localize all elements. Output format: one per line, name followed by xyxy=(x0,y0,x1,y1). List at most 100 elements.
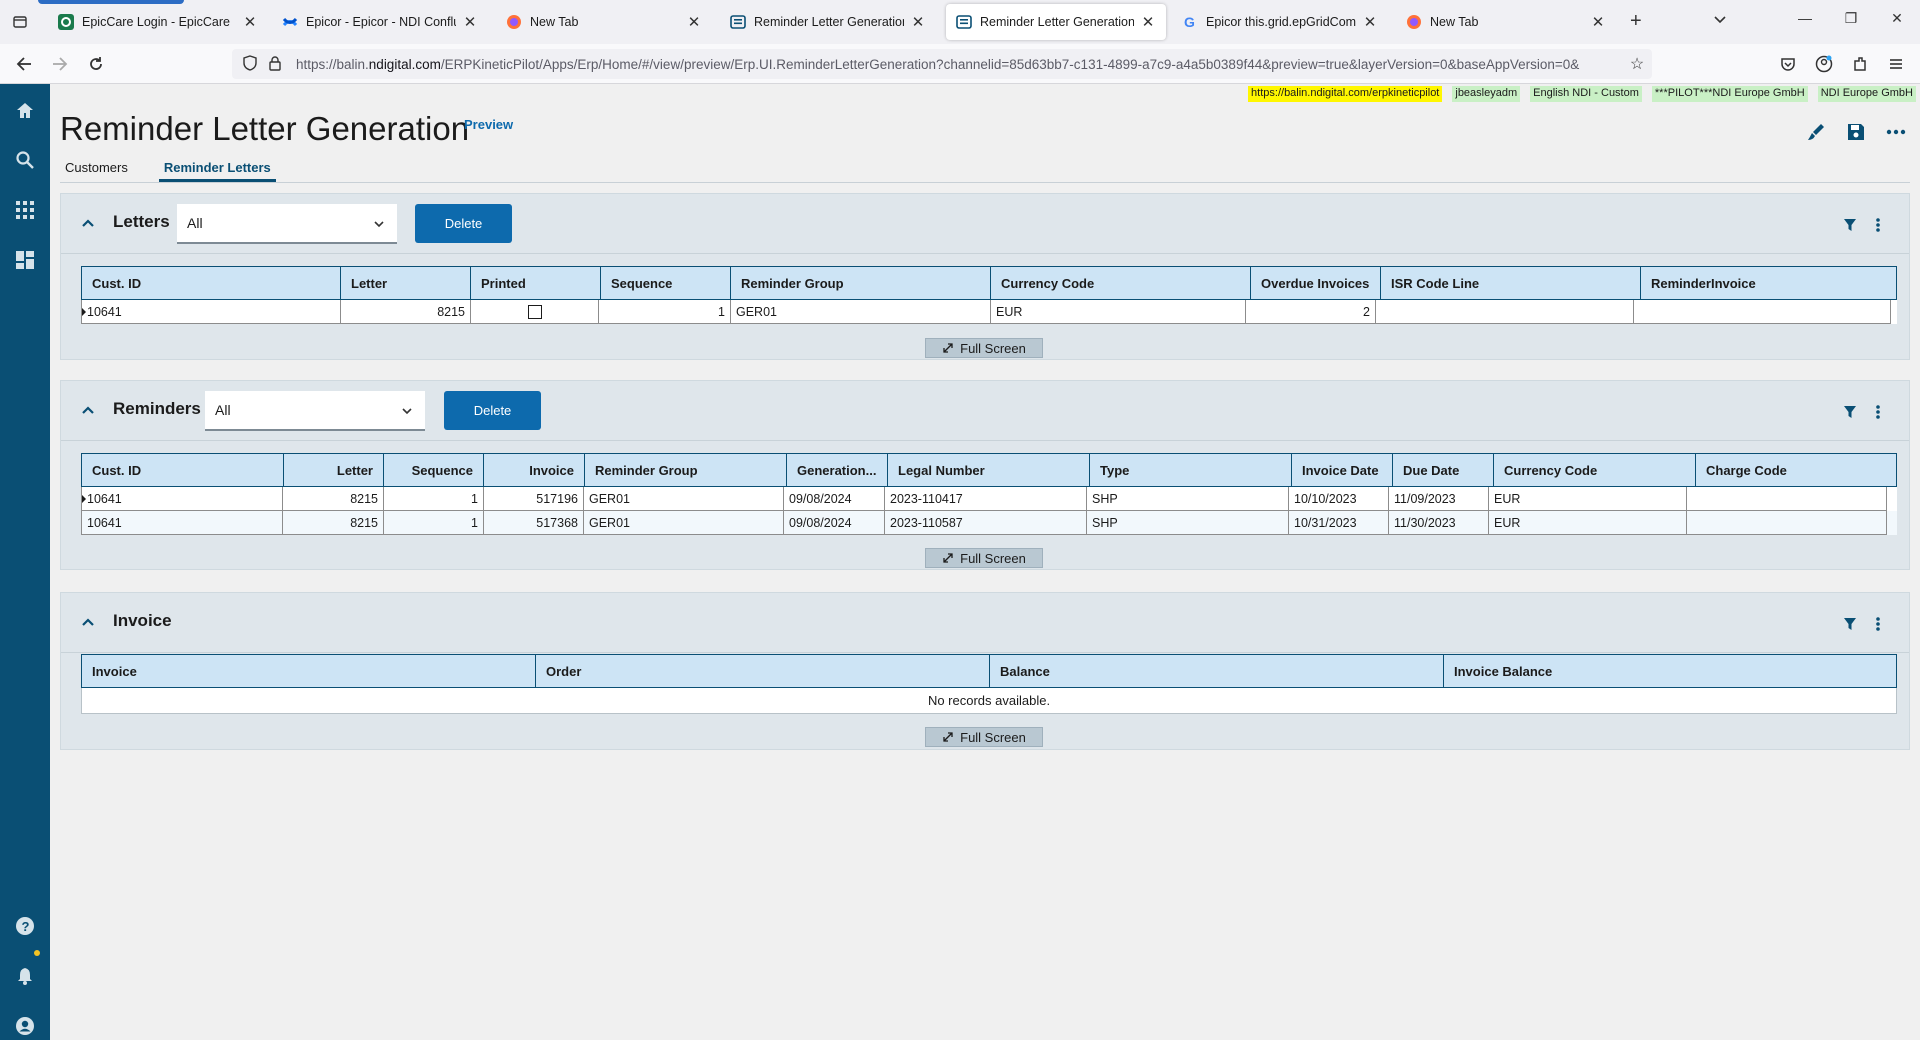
cell-generation[interactable]: 09/08/2024 xyxy=(783,487,884,511)
close-tab-icon[interactable]: ✕ xyxy=(1362,13,1378,31)
column-header[interactable]: Letter xyxy=(340,266,470,300)
column-header[interactable]: Sequence xyxy=(383,453,483,487)
kebab-menu-icon[interactable] xyxy=(1869,216,1887,234)
list-tabs-chevron-icon[interactable] xyxy=(1712,12,1728,31)
clear-brush-icon[interactable] xyxy=(1804,120,1828,144)
column-header[interactable]: Invoice Balance xyxy=(1443,654,1897,688)
cell-letter[interactable]: 8215 xyxy=(340,300,470,324)
column-header[interactable]: Currency Code xyxy=(990,266,1250,300)
cell-currency-code[interactable]: EUR xyxy=(1488,511,1686,535)
dashboard-icon[interactable] xyxy=(13,248,37,272)
close-tab-icon[interactable]: ✕ xyxy=(1140,13,1156,31)
filter-icon[interactable] xyxy=(1841,615,1859,633)
account-icon[interactable] xyxy=(1812,52,1836,76)
minimize-icon[interactable]: — xyxy=(1790,10,1820,26)
letters-fullscreen-button[interactable]: Full Screen xyxy=(925,338,1043,358)
browser-tab-confluence[interactable]: Epicor - Epicor - NDI Confluence ✕ xyxy=(272,4,488,40)
new-tab-plus-icon[interactable]: + xyxy=(1630,10,1642,33)
address-bar[interactable]: https://balin.ndigital.com/ERPKineticPil… xyxy=(232,49,1652,79)
cell-reminder-invoice[interactable] xyxy=(1633,300,1891,324)
collapse-chevron-icon[interactable] xyxy=(81,403,95,417)
cell-sequence[interactable]: 1 xyxy=(598,300,730,324)
cell-printed[interactable] xyxy=(470,300,598,324)
column-header[interactable]: ISR Code Line xyxy=(1380,266,1640,300)
cell-letter[interactable]: 8215 xyxy=(282,487,383,511)
letters-delete-button[interactable]: Delete xyxy=(415,204,512,243)
menu-icon[interactable] xyxy=(1884,52,1908,76)
cell-invoice[interactable]: 517196 xyxy=(483,487,583,511)
invoice-fullscreen-button[interactable]: Full Screen xyxy=(925,727,1043,747)
browser-tab-google[interactable]: G Epicor this.grid.epGridComponent ✕ xyxy=(1172,4,1388,40)
close-tab-icon[interactable]: ✕ xyxy=(462,13,478,31)
column-header[interactable]: Cust. ID xyxy=(81,453,283,487)
column-header[interactable]: Charge Code xyxy=(1695,453,1897,487)
collapse-chevron-icon[interactable] xyxy=(81,615,95,629)
printed-checkbox[interactable] xyxy=(527,304,542,319)
collapse-chevron-icon[interactable] xyxy=(81,216,95,230)
cell-reminder-group[interactable]: GER01 xyxy=(583,511,783,535)
column-header[interactable]: Reminder Group xyxy=(584,453,786,487)
cell-invoice[interactable]: 517368 xyxy=(483,511,583,535)
cell-reminder-group[interactable]: GER01 xyxy=(730,300,990,324)
cell-overdue-invoices[interactable]: 2 xyxy=(1245,300,1375,324)
column-header[interactable]: Currency Code xyxy=(1493,453,1695,487)
close-tab-icon[interactable]: ✕ xyxy=(242,13,258,31)
column-header[interactable]: Balance xyxy=(989,654,1443,688)
close-window-icon[interactable]: ✕ xyxy=(1882,10,1912,27)
cell-charge-code[interactable] xyxy=(1686,511,1887,535)
browser-tab-epiccare[interactable]: EpicCare Login - EpicCare ✕ xyxy=(48,4,268,40)
apps-grid-icon[interactable] xyxy=(13,198,37,222)
browser-tab-newtab-2[interactable]: New Tab ✕ xyxy=(1396,4,1616,40)
restore-icon[interactable]: ❐ xyxy=(1836,10,1866,27)
cell-currency-code[interactable]: EUR xyxy=(1488,487,1686,511)
pocket-icon[interactable] xyxy=(1776,52,1800,76)
cell-sequence[interactable]: 1 xyxy=(383,487,483,511)
browser-tab-reminder-preview[interactable]: Reminder Letter Generation | Preview ✕ xyxy=(946,4,1166,40)
tab-reminder-letters[interactable]: Reminder Letters xyxy=(158,158,276,182)
extensions-icon[interactable] xyxy=(1848,52,1872,76)
back-icon[interactable] xyxy=(12,52,36,76)
column-header[interactable]: Overdue Invoices xyxy=(1250,266,1380,300)
cell-invoice-date[interactable]: 10/10/2023 xyxy=(1288,487,1388,511)
preview-link[interactable]: Preview xyxy=(464,117,513,132)
column-header[interactable]: ReminderInvoice xyxy=(1640,266,1897,300)
cell-due-date[interactable]: 11/09/2023 xyxy=(1388,487,1488,511)
column-header[interactable]: Invoice Date xyxy=(1291,453,1392,487)
cell-reminder-group[interactable]: GER01 xyxy=(583,487,783,511)
column-header[interactable]: Invoice xyxy=(81,654,535,688)
help-icon[interactable]: ? xyxy=(13,914,37,938)
user-account-icon[interactable] xyxy=(13,1014,37,1038)
column-header[interactable]: Order xyxy=(535,654,989,688)
reminders-delete-button[interactable]: Delete xyxy=(444,391,541,430)
browser-tab-reminder[interactable]: Reminder Letter Generation ✕ xyxy=(720,4,936,40)
cell-cust-id[interactable]: 10641 xyxy=(81,487,282,511)
column-header[interactable]: Sequence xyxy=(600,266,730,300)
save-icon[interactable] xyxy=(1844,120,1868,144)
cell-sequence[interactable]: 1 xyxy=(383,511,483,535)
cell-charge-code[interactable] xyxy=(1686,487,1887,511)
cell-legal-number[interactable]: 2023-110417 xyxy=(884,487,1086,511)
forward-icon[interactable] xyxy=(48,52,72,76)
cell-due-date[interactable]: 11/30/2023 xyxy=(1388,511,1488,535)
cell-isr-code-line[interactable] xyxy=(1375,300,1633,324)
cell-generation[interactable]: 09/08/2024 xyxy=(783,511,884,535)
close-tab-icon[interactable]: ✕ xyxy=(910,13,926,31)
column-header[interactable]: Reminder Group xyxy=(730,266,990,300)
column-header[interactable]: Cust. ID xyxy=(81,266,340,300)
url-text[interactable]: https://balin.ndigital.com/ERPKineticPil… xyxy=(296,57,1622,72)
reminders-fullscreen-button[interactable]: Full Screen xyxy=(925,548,1043,568)
column-header[interactable]: Invoice xyxy=(483,453,584,487)
cell-letter[interactable]: 8215 xyxy=(282,511,383,535)
filter-icon[interactable] xyxy=(1841,216,1859,234)
table-row[interactable]: 10641 8215 1 517368 GER01 09/08/2024 202… xyxy=(81,511,1897,535)
column-header[interactable]: Letter xyxy=(283,453,383,487)
letters-filter-dropdown[interactable]: All xyxy=(177,204,397,244)
table-row[interactable]: 10641 8215 1 GER01 EUR 2 xyxy=(81,300,1897,324)
kebab-menu-icon[interactable] xyxy=(1869,403,1887,421)
home-icon[interactable] xyxy=(13,98,37,122)
cell-cust-id[interactable]: 10641 xyxy=(81,300,340,324)
bookmark-star-icon[interactable]: ☆ xyxy=(1622,54,1652,74)
column-header[interactable]: Due Date xyxy=(1392,453,1493,487)
column-header[interactable]: Printed xyxy=(470,266,600,300)
column-header[interactable]: Legal Number xyxy=(887,453,1089,487)
